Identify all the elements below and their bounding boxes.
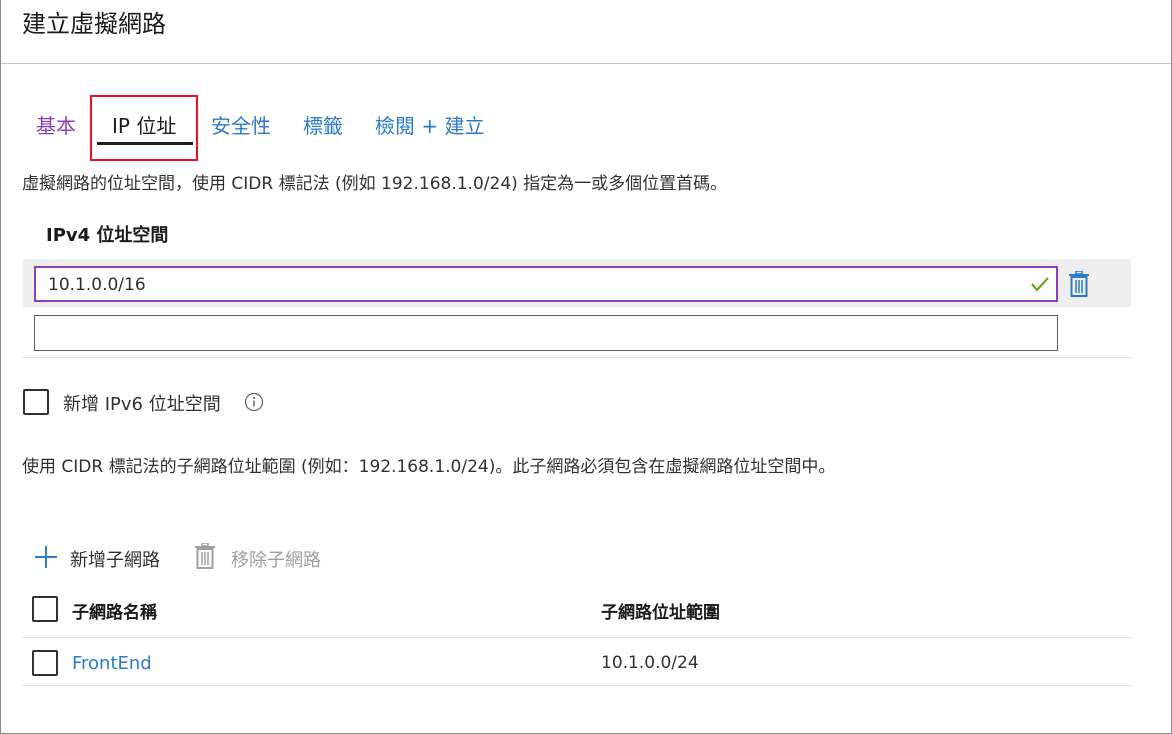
info-icon[interactable] — [244, 392, 264, 412]
column-header-subnet-name: 子網路名稱 — [72, 603, 157, 623]
page-title: 建立虛擬網路 — [22, 10, 166, 38]
trash-icon — [195, 543, 215, 569]
remove-subnet-label: 移除子網路 — [231, 550, 321, 571]
delete-icon[interactable] — [1068, 271, 1090, 297]
subnet-name-link[interactable]: FrontEnd — [72, 653, 152, 674]
table-header-divider — [23, 637, 1131, 638]
subnet-description: 使用 CIDR 標記法的子網路位址範圍 (例如：192.168.1.0/24)。… — [22, 457, 836, 477]
subnet-row-checkbox[interactable] — [32, 650, 58, 676]
tab-review-create[interactable]: 檢閱 + 建立 — [375, 110, 484, 139]
tab-highlight-box — [90, 95, 198, 161]
address-space-description: 虛擬網路的位址空間，使用 CIDR 標記法 (例如 192.168.1.0/24… — [22, 174, 728, 194]
ipv4-address-space-label: IPv4 位址空間 — [46, 225, 169, 246]
tab-basics[interactable]: 基本 — [36, 110, 76, 139]
column-header-subnet-range: 子網路位址範圍 — [601, 603, 720, 623]
title-divider — [1, 63, 1171, 64]
tab-tags[interactable]: 標籤 — [303, 110, 343, 139]
ipv4-address-input-empty[interactable] — [34, 315, 1058, 351]
select-all-subnets-checkbox[interactable] — [32, 596, 58, 622]
subnet-address-range: 10.1.0.0/24 — [601, 653, 699, 673]
checkmark-icon — [1031, 277, 1049, 292]
plus-icon — [35, 546, 57, 568]
ipv6-checkbox[interactable] — [23, 389, 49, 415]
ipv6-checkbox-label[interactable]: 新增 IPv6 位址空間 — [63, 390, 221, 416]
address-list-divider — [23, 357, 1131, 358]
table-row-divider — [23, 685, 1131, 686]
tab-security[interactable]: 安全性 — [211, 110, 271, 139]
ipv4-address-input[interactable]: 10.1.0.0/16 — [34, 266, 1058, 302]
add-subnet-label: 新增子網路 — [70, 550, 160, 571]
